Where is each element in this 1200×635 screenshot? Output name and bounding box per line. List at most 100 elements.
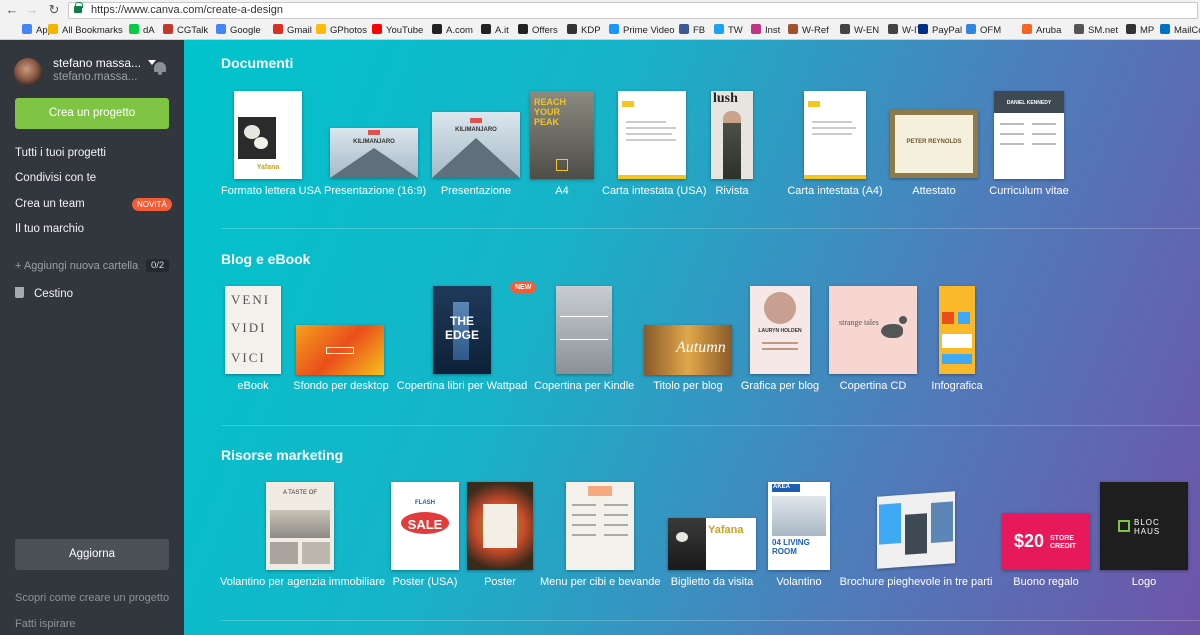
bookmark-offers[interactable]: Offers [518, 24, 558, 37]
forward-arrow-icon[interactable]: → [24, 2, 40, 18]
sidebar-item-brand[interactable]: Il tuo marchio [15, 223, 84, 235]
sidebar-item-create-team[interactable]: Crea un team [15, 198, 85, 210]
thumb-certificate[interactable]: PETER REYNOLDS [890, 110, 978, 178]
bookmark-label: Inst [765, 25, 781, 36]
bookmark-inst[interactable]: Inst [751, 24, 780, 37]
thumb-business-card[interactable]: Yafana [668, 518, 756, 570]
sidebar-item-all-projects[interactable]: Tutti i tuoi progetti [15, 147, 106, 159]
thumb-cv[interactable]: DANIEL KENNEDY [994, 91, 1064, 179]
thumb-kindle-cover[interactable] [556, 286, 612, 374]
bookmark-a-com[interactable]: A.com [432, 24, 473, 37]
label-us-letter[interactable]: Formato lettera USA [221, 185, 321, 197]
thumb-realestate-flyer[interactable]: A TASTE OF [266, 482, 334, 570]
thumb-presentation-16-9[interactable]: KILIMANJARO [330, 128, 418, 178]
sidebar: stefano massa... stefano.massa... Crea u… [0, 40, 184, 635]
thumb-magazine[interactable]: lush [711, 91, 753, 179]
footer-link-learn[interactable]: Scopri come creare un progetto [15, 592, 169, 604]
thumb-letterhead-a4[interactable] [804, 91, 866, 179]
bookmark-youtube[interactable]: YouTube [372, 24, 423, 37]
label-presentation-16-9[interactable]: Presentazione (16:9) [324, 185, 426, 197]
bookmark-w-en[interactable]: W-EN [840, 24, 879, 37]
reload-icon[interactable]: ↻ [46, 2, 62, 18]
thumb-blog-header[interactable]: Autumn [644, 325, 732, 375]
thumb-blog-graphic[interactable]: LAURYN HOLDEN [750, 286, 810, 374]
label-wattpad-cover[interactable]: Copertina libri per Wattpad [396, 380, 528, 392]
label-magazine[interactable]: Rivista [712, 185, 752, 197]
upgrade-button[interactable]: Aggiorna [15, 539, 169, 570]
bookmark-cgtalk[interactable]: CGTalk [163, 24, 208, 37]
thumb-gift-voucher[interactable]: $20 STORE CREDIT [1002, 513, 1090, 570]
bookmark-a-it[interactable]: A.it [481, 24, 509, 37]
twitter-icon [714, 24, 724, 34]
thumb-poster[interactable] [467, 482, 533, 570]
bookmark-prime-video[interactable]: Prime Video [609, 24, 675, 37]
bookmark-aruba[interactable]: Aruba [1022, 24, 1061, 37]
thumb-trifold-brochure[interactable] [877, 491, 955, 569]
bookmark-gmail[interactable]: Gmail [273, 24, 312, 37]
label-realestate-flyer[interactable]: Volantino per agenzia immobiliare [220, 576, 385, 588]
thumb-poster-us[interactable]: FLASH SALE [391, 482, 459, 570]
bookmark-paypal[interactable]: PayPal [918, 24, 962, 37]
thumb-us-letter[interactable]: Yafana [234, 91, 302, 179]
label-presentation[interactable]: Presentazione [434, 185, 518, 197]
label-desktop-wallpaper[interactable]: Sfondo per desktop [291, 380, 391, 392]
label-blog-graphic[interactable]: Grafica per blog [730, 380, 830, 392]
bookmark-tw[interactable]: TW [714, 24, 743, 37]
label-kindle-cover[interactable]: Copertina per Kindle [534, 380, 634, 392]
thumb-ebook[interactable]: VENI VIDI VICI [225, 286, 281, 374]
label-gift-voucher[interactable]: Buono regalo [996, 576, 1096, 588]
deviantart-icon [129, 24, 139, 34]
apps-icon [22, 24, 32, 34]
label-poster[interactable]: Poster [460, 576, 540, 588]
bookmark-ofm[interactable]: OFM [966, 24, 1001, 37]
bookmark-da[interactable]: dA [129, 24, 155, 37]
thumb-logo[interactable]: BLOC HAUS [1100, 482, 1188, 570]
label-letterhead-us[interactable]: Carta intestata (USA) [602, 185, 707, 197]
label-business-card[interactable]: Biglietto da visita [662, 576, 762, 588]
bookmark-all-bookmarks[interactable]: All Bookmarks [48, 24, 123, 37]
bookmark-kdp[interactable]: KDP [567, 24, 601, 37]
footer-link-inspire[interactable]: Fatti ispirare [15, 618, 76, 630]
bookmark-fb[interactable]: FB [679, 24, 705, 37]
create-project-button[interactable]: Crea un progetto [15, 98, 169, 129]
thumb-infographic[interactable] [939, 286, 975, 374]
label-ebook[interactable]: eBook [223, 380, 283, 392]
bookmark-w-ref[interactable]: W-Ref [788, 24, 829, 37]
sidebar-item-shared[interactable]: Condivisi con te [15, 172, 96, 184]
back-arrow-icon[interactable]: ← [4, 2, 20, 18]
trash-icon [15, 287, 24, 298]
bookmark-mp[interactable]: MP [1126, 24, 1154, 37]
label-letterhead-a4[interactable]: Carta intestata (A4) [785, 185, 885, 197]
thumb-flyer[interactable]: AKEA 04 LIVING ROOM [768, 482, 830, 570]
label-infographic[interactable]: Infografica [922, 380, 992, 392]
thumb-a4[interactable]: REACH YOUR PEAK [530, 91, 594, 179]
bookmark-gphotos[interactable]: GPhotos [316, 24, 367, 37]
url-bar[interactable]: https://www.canva.com/create-a-design [68, 2, 1198, 19]
label-flyer[interactable]: Volantino [759, 576, 839, 588]
cgtalk-icon [163, 24, 173, 34]
thumb-cd-cover[interactable]: strange tales [829, 286, 917, 374]
browser-chrome: ← → ↻ https://www.canva.com/create-a-des… [0, 0, 1200, 40]
thumb-wattpad-cover[interactable]: THE EDGE [433, 286, 491, 374]
thumb-desktop-wallpaper[interactable] [296, 325, 384, 375]
label-blog-header[interactable]: Titolo per blog [638, 380, 738, 392]
bookmark-google[interactable]: Google [216, 24, 261, 37]
add-folder-link[interactable]: + Aggiungi nuova cartella [15, 260, 138, 272]
label-cd-cover[interactable]: Copertina CD [823, 380, 923, 392]
label-menu[interactable]: Menu per cibi e bevande [540, 576, 660, 588]
bookmark-mailco[interactable]: MailCo [1160, 24, 1200, 37]
label-logo[interactable]: Logo [1114, 576, 1174, 588]
thumb-letterhead-us[interactable] [618, 91, 686, 179]
thumb-menu[interactable] [566, 482, 634, 570]
avatar[interactable] [14, 58, 42, 86]
label-trifold-brochure[interactable]: Brochure pieghevole in tre parti [836, 576, 996, 588]
label-certificate[interactable]: Attestato [894, 185, 974, 197]
user-name[interactable]: stefano massa... [53, 56, 156, 70]
label-a4[interactable]: A4 [542, 185, 582, 197]
bookmark-sm-net[interactable]: SM.net [1074, 24, 1118, 37]
thumb-presentation[interactable]: KILIMANJARO [432, 112, 520, 178]
label-cv[interactable]: Curriculum vitae [979, 185, 1079, 197]
bell-icon[interactable] [153, 60, 167, 76]
wikipedia-icon [840, 24, 850, 34]
sidebar-item-trash[interactable]: Cestino [15, 287, 73, 300]
